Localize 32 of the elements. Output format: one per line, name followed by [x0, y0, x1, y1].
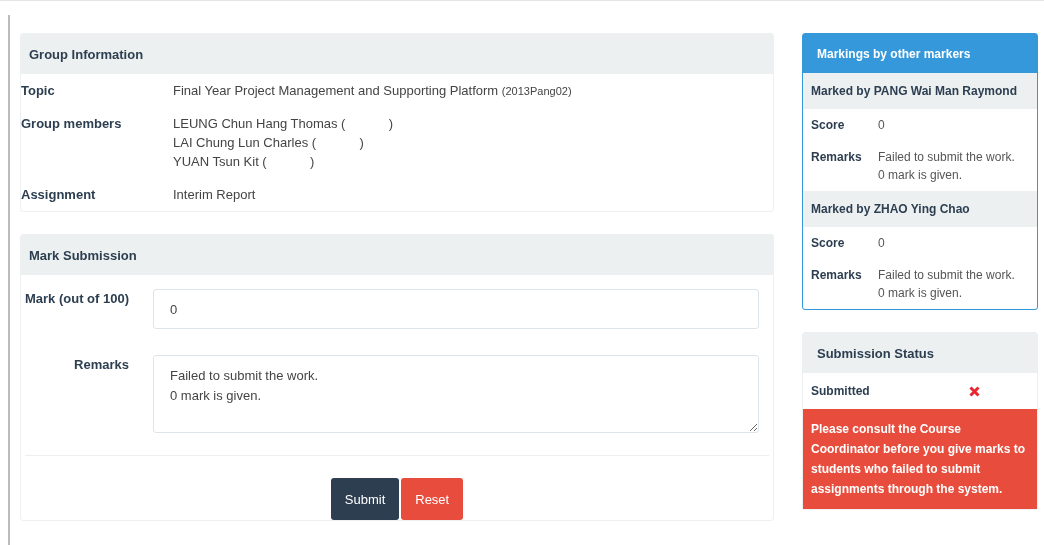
- member-name: LAI Chung Lun Charles ( ): [173, 135, 365, 150]
- reset-button[interactable]: Reset: [401, 478, 464, 520]
- score-value: 0: [878, 118, 885, 132]
- assignment-label: Assignment: [21, 187, 97, 202]
- warning-alert: Please consult the Course Coordinator before you give marks to students who failed to submit assignments through the system.: [803, 409, 1037, 509]
- panel-title: Group Information: [21, 34, 773, 74]
- topic-value: Final Year Project Management and Supporting Platform (2013Pang02): [173, 83, 572, 98]
- remarks-text: 0 mark is given.: [878, 168, 964, 182]
- remarks-label: Remarks: [811, 150, 863, 166]
- topic-label: Topic: [21, 83, 56, 98]
- submitted-label: Submitted: [811, 384, 871, 398]
- score-value: 0: [878, 236, 885, 250]
- member-name: LEUNG Chun Hang Thomas ( ): [173, 116, 394, 131]
- marker-title: Marked by PANG Wai Man Raymond: [803, 73, 1037, 109]
- assignment-value: Interim Report: [173, 187, 256, 202]
- remarks-text: 0 mark is given.: [878, 286, 964, 300]
- member-name: YUAN Tsun Kit ( ): [173, 154, 316, 169]
- mark-field[interactable]: 0: [153, 289, 759, 329]
- mark-label: Mark (out of 100): [24, 290, 129, 308]
- remarks-text: Failed to submit the work.: [878, 268, 1015, 282]
- remarks-label: Remarks: [73, 356, 129, 374]
- panel-title: Markings by other markers: [803, 34, 1037, 73]
- remarks-label: Remarks: [811, 268, 863, 284]
- score-label: Score: [811, 118, 846, 132]
- members-label: Group members: [21, 116, 123, 133]
- panel-title: Mark Submission: [21, 235, 773, 275]
- panel-title: Submission Status: [803, 333, 1037, 373]
- submit-button[interactable]: Submit: [330, 478, 400, 520]
- remarks-text: Failed to submit the work.: [878, 150, 1015, 164]
- remarks-field[interactable]: Failed to submit the work. 0 mark is given.: [153, 355, 759, 433]
- score-label: Score: [811, 236, 846, 250]
- marker-title: Marked by ZHAO Ying Chao: [803, 191, 1037, 227]
